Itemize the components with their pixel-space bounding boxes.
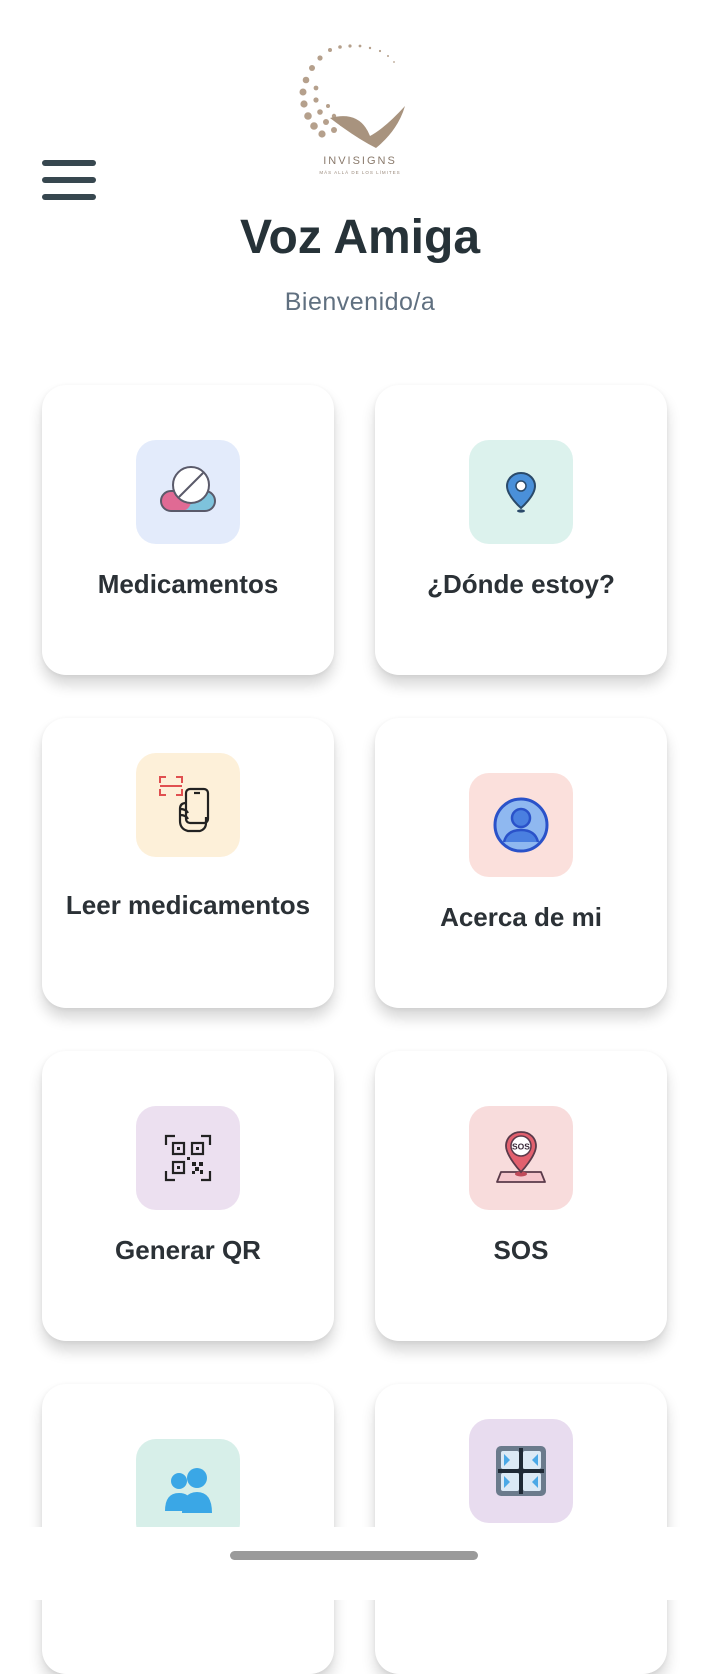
bottom-safe-area bbox=[0, 1527, 720, 1600]
where-am-i-card[interactable]: ¿Dónde estoy? bbox=[375, 385, 667, 675]
svg-text:SOS: SOS bbox=[512, 1142, 530, 1152]
location-icon-tile bbox=[469, 440, 573, 544]
people-icon bbox=[165, 1468, 212, 1513]
phone-scan-icon bbox=[159, 776, 210, 833]
profile-icon-tile bbox=[469, 773, 573, 877]
app-title: Voz Amiga bbox=[239, 211, 481, 264]
svg-text:MÁS ALLÁ DE LOS LÍMITES: MÁS ALLÁ DE LOS LÍMITES bbox=[319, 169, 400, 175]
home-indicator[interactable] bbox=[230, 1551, 478, 1560]
sos-card[interactable]: SOS SOS bbox=[375, 1051, 667, 1341]
medications-label: Medicamentos bbox=[97, 569, 279, 599]
qr-code-icon bbox=[164, 1134, 212, 1182]
user-profile-icon bbox=[493, 797, 549, 853]
svg-text:INVISIGNS: INVISIGNS bbox=[323, 155, 397, 167]
menu-line-icon bbox=[42, 177, 96, 183]
menu-line-icon bbox=[42, 160, 96, 166]
grid-icon-tile bbox=[469, 1419, 573, 1523]
sos-icon-tile: SOS bbox=[469, 1106, 573, 1210]
generate-qr-label: Generar QR bbox=[115, 1235, 261, 1265]
sos-pin-icon: SOS bbox=[496, 1131, 546, 1183]
where-am-i-label: ¿Dónde estoy? bbox=[427, 569, 615, 599]
sos-label: SOS bbox=[493, 1235, 549, 1265]
medications-card[interactable]: Medicamentos bbox=[42, 385, 334, 675]
read-medications-card[interactable]: Leer medicamentos bbox=[42, 718, 334, 1008]
scan-icon-tile bbox=[136, 753, 240, 857]
welcome-subtitle: Bienvenido/a bbox=[284, 288, 436, 316]
pill-icon bbox=[160, 466, 216, 512]
qr-icon-tile bbox=[136, 1106, 240, 1210]
hamburger-menu-button[interactable] bbox=[42, 160, 96, 204]
about-me-card[interactable]: Acerca de mi bbox=[375, 718, 667, 1008]
menu-line-icon bbox=[42, 194, 96, 200]
about-me-label: Acerca de mi bbox=[440, 902, 602, 932]
location-pin-icon bbox=[505, 471, 537, 513]
medications-icon-tile bbox=[136, 440, 240, 544]
generate-qr-card[interactable]: Generar QR bbox=[42, 1051, 334, 1341]
read-medications-label: Leer medicamentos bbox=[65, 890, 311, 920]
grid-icon bbox=[496, 1446, 546, 1496]
invisigns-logo: INVISIGNS MÁS ALLÁ DE LOS LÍMITES bbox=[299, 44, 405, 175]
